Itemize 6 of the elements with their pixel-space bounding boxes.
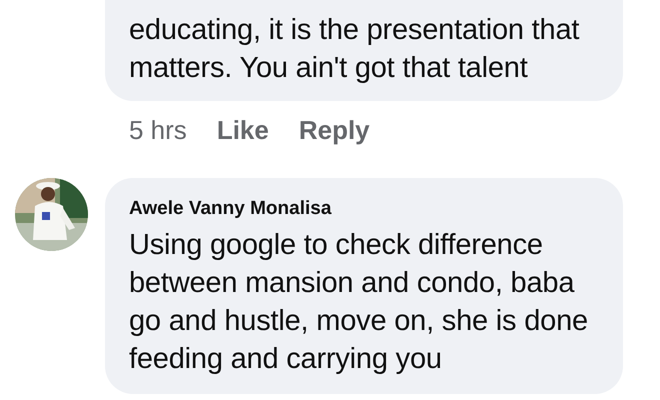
author-name[interactable]: Awele Vanny Monalisa <box>129 198 599 220</box>
action-link[interactable]: Like <box>216 115 269 146</box>
comment-text: Using google to check difference between mansion and condo, baba go and hustle, move on, she is done feeding and carrying you <box>129 228 589 377</box>
action-link[interactable]: Reply <box>298 115 370 146</box>
timestamp: 5 hrs <box>129 115 187 146</box>
comment-text: educating, it is the presentation that matters. You ain't got that talent <box>129 13 580 86</box>
